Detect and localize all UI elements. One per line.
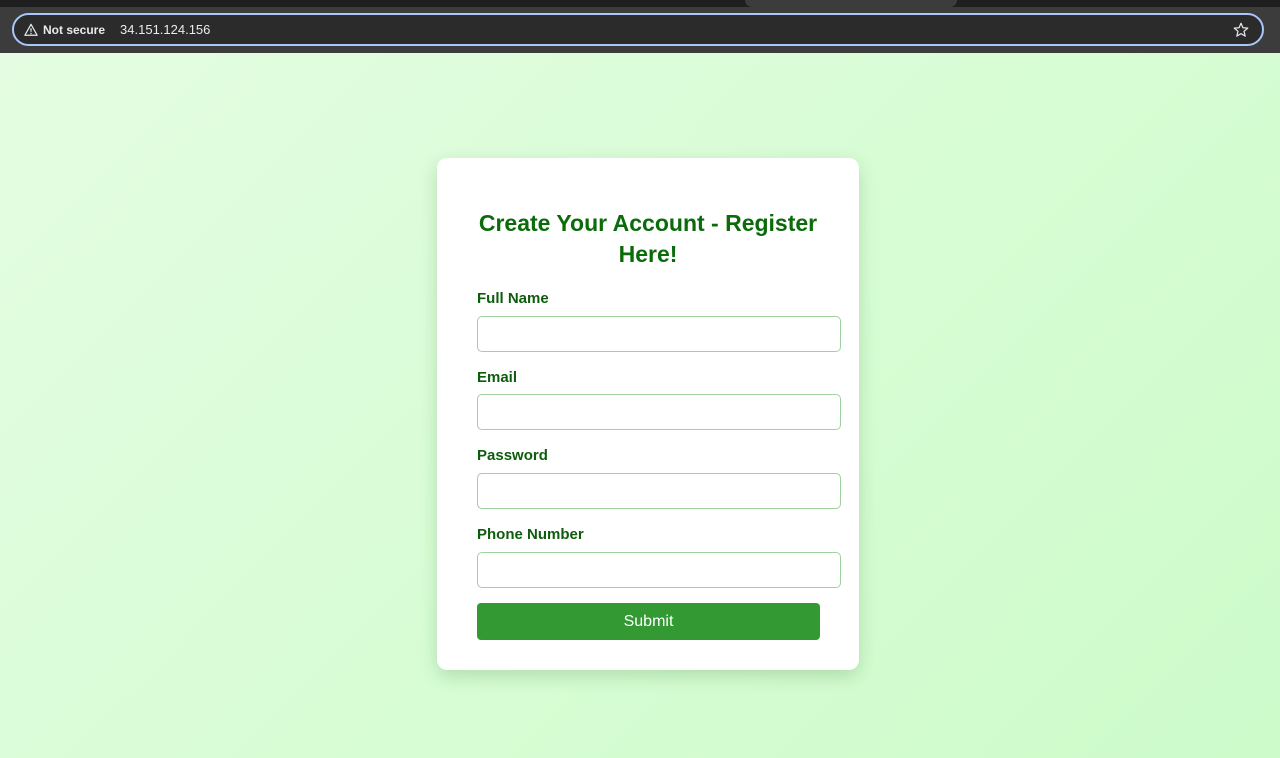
password-label: Password	[477, 447, 548, 464]
email-label: Email	[477, 369, 518, 386]
address-bar[interactable]: Not secure 34.151.124.156	[12, 13, 1264, 46]
tab-strip	[0, 0, 1280, 7]
active-tab-edge[interactable]	[745, 0, 957, 7]
phone-number-input[interactable]	[477, 552, 841, 588]
registration-card: Create Your Account - Register Here! Ful…	[437, 158, 859, 670]
browser-toolbar: Not secure 34.151.124.156	[0, 0, 1280, 53]
full-name-input[interactable]	[477, 316, 841, 352]
email-input[interactable]	[477, 394, 841, 430]
password-input[interactable]	[477, 473, 841, 509]
submit-button[interactable]: Submit	[477, 603, 820, 640]
page-background: Create Your Account - Register Here! Ful…	[0, 53, 1280, 758]
warning-icon	[24, 23, 38, 36]
url-text[interactable]: 34.151.124.156	[120, 22, 210, 37]
form-title: Create Your Account - Register Here!	[478, 210, 818, 267]
security-label: Not secure	[43, 22, 106, 37]
full-name-label: Full Name	[477, 290, 549, 307]
star-icon[interactable]	[1232, 21, 1250, 39]
phone-number-label: Phone Number	[477, 526, 584, 543]
security-indicator[interactable]: Not secure	[24, 23, 105, 37]
